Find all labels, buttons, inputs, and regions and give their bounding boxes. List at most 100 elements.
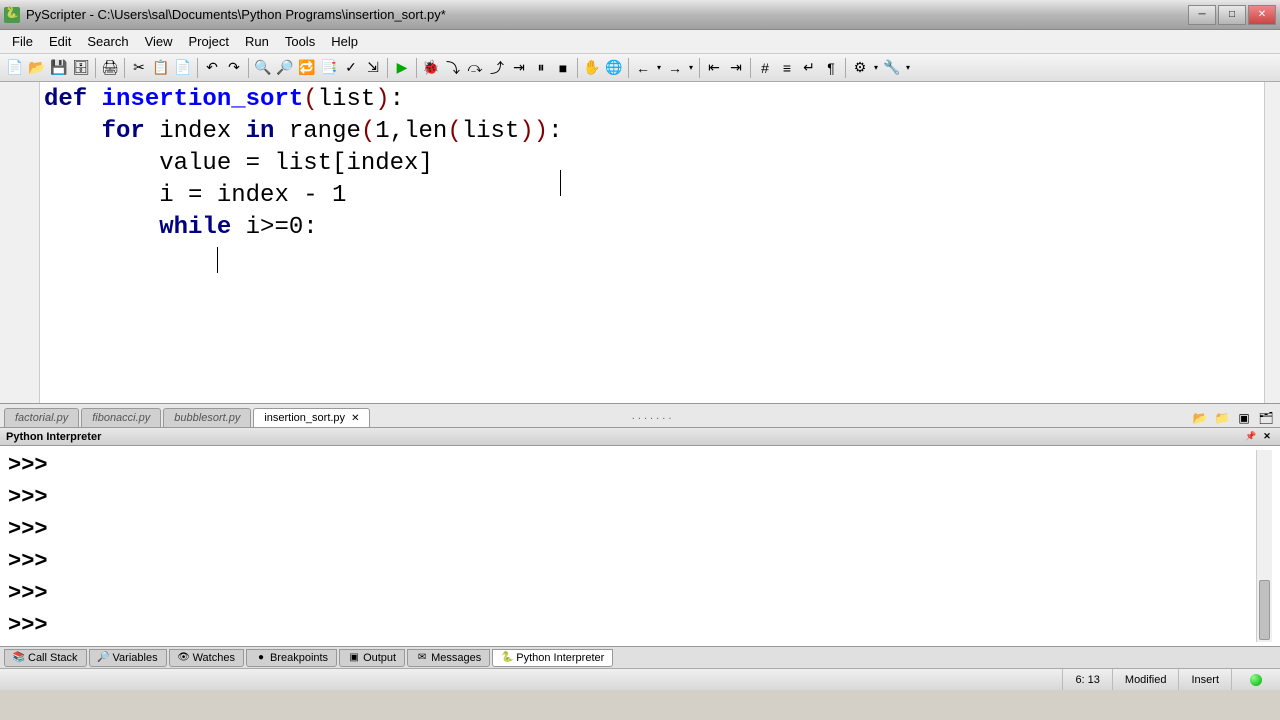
menu-tools[interactable]: Tools bbox=[277, 31, 323, 52]
interpreter-prompt[interactable]: >>> bbox=[8, 546, 1256, 578]
code-line[interactable]: while i>=0: bbox=[44, 212, 1260, 244]
code-line[interactable]: def insertion_sort(list): bbox=[44, 84, 1260, 116]
bottom-tab-output[interactable]: ▣Output bbox=[339, 649, 405, 667]
close-button[interactable]: ✕ bbox=[1248, 5, 1276, 25]
comment-button[interactable]: # bbox=[754, 57, 776, 79]
run-button[interactable]: ▶ bbox=[391, 57, 413, 79]
toolbar-separator bbox=[628, 58, 629, 78]
config-button[interactable]: ⚙ bbox=[849, 57, 871, 79]
stop-button[interactable]: ■ bbox=[552, 57, 574, 79]
copy-button[interactable]: 📋 bbox=[150, 57, 172, 79]
minimize-button[interactable]: ─ bbox=[1188, 5, 1216, 25]
menu-run[interactable]: Run bbox=[237, 31, 277, 52]
syntax-check-button[interactable]: ✓ bbox=[340, 57, 362, 79]
line-numbers-button[interactable]: ≡ bbox=[776, 57, 798, 79]
bottom-tab-label: Variables bbox=[113, 652, 158, 664]
bottom-tab-label: Call Stack bbox=[28, 652, 78, 664]
nav-forward-dropdown[interactable]: ▾ bbox=[686, 63, 696, 72]
indent-button[interactable]: ⇥ bbox=[725, 57, 747, 79]
find-in-files-button[interactable]: 📑 bbox=[318, 57, 340, 79]
interpreter-prompt[interactable]: >>> bbox=[8, 482, 1256, 514]
nav-back-button[interactable]: ← bbox=[632, 57, 654, 79]
bottom-tab-messages[interactable]: ✉Messages bbox=[407, 649, 490, 667]
tab-list-button[interactable]: 📂 bbox=[1190, 409, 1210, 427]
interpreter-prompt[interactable]: >>> bbox=[8, 514, 1256, 546]
interpreter-pin-button[interactable]: 📌 bbox=[1244, 430, 1258, 444]
tab-factorial[interactable]: factorial.py bbox=[4, 408, 79, 427]
tools-config-button[interactable]: 🔧 bbox=[881, 57, 903, 79]
toolbar-separator bbox=[197, 58, 198, 78]
bottom-tab-watches[interactable]: 👁Watches bbox=[169, 649, 244, 667]
undo-button[interactable]: ↶ bbox=[201, 57, 223, 79]
print-button[interactable]: 🖨 bbox=[99, 57, 121, 79]
menu-edit[interactable]: Edit bbox=[41, 31, 79, 52]
code-line[interactable] bbox=[44, 244, 1260, 276]
menu-help[interactable]: Help bbox=[323, 31, 366, 52]
step-into-button[interactable]: ⤵ bbox=[442, 57, 464, 79]
menubar: File Edit Search View Project Run Tools … bbox=[0, 30, 1280, 54]
debug-button[interactable]: 🐞 bbox=[420, 57, 442, 79]
code-line[interactable]: i = index - 1 bbox=[44, 180, 1260, 212]
pause-button[interactable]: ⏸ bbox=[530, 57, 552, 79]
find-next-button[interactable]: 🔎 bbox=[274, 57, 296, 79]
interpreter-close-button[interactable]: ✕ bbox=[1260, 430, 1274, 444]
menu-search[interactable]: Search bbox=[79, 31, 136, 52]
bottom-tab-label: Messages bbox=[431, 652, 481, 664]
scrollbar-thumb[interactable] bbox=[1259, 580, 1270, 640]
call-stack-icon: 📚 bbox=[13, 652, 25, 664]
interpreter-panel-title: Python Interpreter bbox=[6, 431, 101, 443]
output-icon: ▣ bbox=[348, 652, 360, 664]
code-line[interactable]: value = list[index] bbox=[44, 148, 1260, 180]
toggle-breakpoint-button[interactable]: ✋ bbox=[581, 57, 603, 79]
tab-fibonacci[interactable]: fibonacci.py bbox=[81, 408, 161, 427]
paste-button[interactable]: 📄 bbox=[172, 57, 194, 79]
nav-back-dropdown[interactable]: ▾ bbox=[654, 63, 664, 72]
tab-insertion-sort[interactable]: insertion_sort.py✕ bbox=[253, 408, 370, 427]
messages-icon: ✉ bbox=[416, 652, 428, 664]
tab-bubblesort[interactable]: bubblesort.py bbox=[163, 408, 251, 427]
interpreter-prompt[interactable]: >>> bbox=[8, 610, 1256, 642]
bottom-tab-variables[interactable]: 🔎Variables bbox=[89, 649, 167, 667]
outdent-button[interactable]: ⇤ bbox=[703, 57, 725, 79]
clear-breakpoints-button[interactable]: 🌐 bbox=[603, 57, 625, 79]
open-file-button[interactable]: 📂 bbox=[26, 57, 48, 79]
step-out-button[interactable]: ⤴ bbox=[486, 57, 508, 79]
code-line[interactable]: for index in range(1,len(list)): bbox=[44, 116, 1260, 148]
tab-folder-button[interactable]: 📁 bbox=[1212, 409, 1232, 427]
whitespace-button[interactable]: ¶ bbox=[820, 57, 842, 79]
menu-project[interactable]: Project bbox=[181, 31, 237, 52]
cut-button[interactable]: ✂ bbox=[128, 57, 150, 79]
word-wrap-button[interactable]: ↵ bbox=[798, 57, 820, 79]
find-button[interactable]: 🔍 bbox=[252, 57, 274, 79]
maximize-button[interactable]: □ bbox=[1218, 5, 1246, 25]
interpreter-scrollbar[interactable] bbox=[1256, 450, 1272, 642]
config-dropdown[interactable]: ▾ bbox=[871, 63, 881, 72]
save-file-button[interactable]: 💾 bbox=[48, 57, 70, 79]
interpreter-prompt[interactable]: >>> bbox=[8, 578, 1256, 610]
watches-icon: 👁 bbox=[178, 652, 190, 664]
new-file-button[interactable]: 📄 bbox=[4, 57, 26, 79]
step-over-button[interactable]: ⤼ bbox=[464, 57, 486, 79]
nav-forward-button[interactable]: → bbox=[664, 57, 686, 79]
bottom-tab-label: Output bbox=[363, 652, 396, 664]
menu-view[interactable]: View bbox=[137, 31, 181, 52]
replace-button[interactable]: 🔁 bbox=[296, 57, 318, 79]
python-interpreter[interactable]: >>> >>> >>> >>> >>> >>> bbox=[0, 446, 1280, 646]
tab-recent-button[interactable]: 🗂 bbox=[1256, 409, 1276, 427]
menu-file[interactable]: File bbox=[4, 31, 41, 52]
bottom-tab-call-stack[interactable]: 📚Call Stack bbox=[4, 649, 87, 667]
import-button[interactable]: ⇲ bbox=[362, 57, 384, 79]
editor-gutter[interactable] bbox=[0, 82, 40, 403]
code-editor[interactable]: def insertion_sort(list): for index in r… bbox=[40, 82, 1264, 403]
bottom-tab-breakpoints[interactable]: ●Breakpoints bbox=[246, 649, 337, 667]
tools-dropdown[interactable]: ▾ bbox=[903, 63, 913, 72]
bottom-tab-python-interpreter[interactable]: 🐍Python Interpreter bbox=[492, 649, 613, 667]
toolbar-separator bbox=[750, 58, 751, 78]
editor-scrollbar[interactable] bbox=[1264, 82, 1280, 403]
tab-console-button[interactable]: ▣ bbox=[1234, 409, 1254, 427]
interpreter-prompt[interactable]: >>> bbox=[8, 450, 1256, 482]
tab-close-icon[interactable]: ✕ bbox=[351, 413, 359, 424]
run-to-cursor-button[interactable]: ⇥ bbox=[508, 57, 530, 79]
save-all-button[interactable]: 🗄 bbox=[70, 57, 92, 79]
redo-button[interactable]: ↷ bbox=[223, 57, 245, 79]
